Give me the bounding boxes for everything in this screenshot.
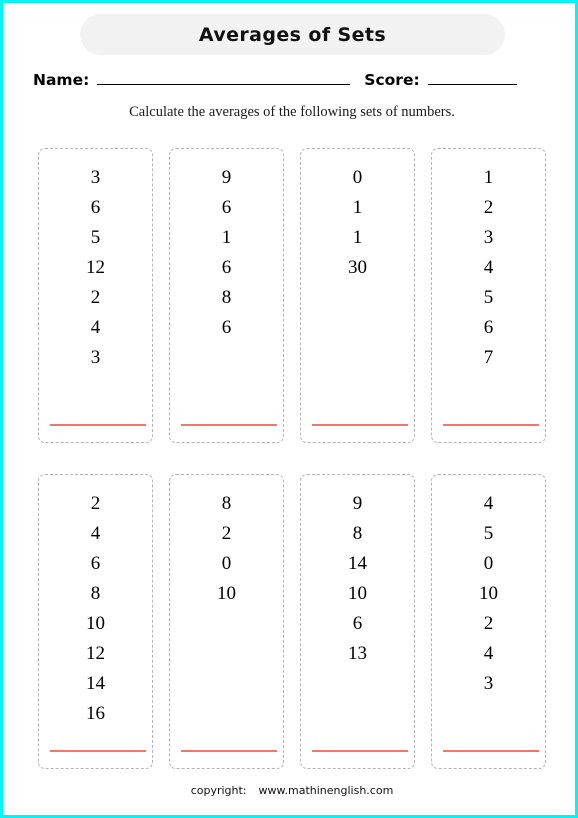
answer-line[interactable]: [312, 750, 408, 752]
footer: copyright: www.mathinenglish.com: [3, 784, 575, 797]
copyright-label: copyright:: [190, 784, 247, 797]
set-number: 8: [352, 523, 363, 544]
set-numbers-7: 9 8 14 10 6 13: [301, 475, 414, 669]
instruction-text: Calculate the averages of the following …: [129, 104, 455, 120]
set-number: 3: [483, 227, 494, 248]
set-numbers-2: 9 6 1 6 8 6: [170, 149, 283, 343]
set-number: 10: [348, 583, 367, 604]
set-number: 2: [90, 287, 101, 308]
set-numbers-1: 3 6 5 12 2 4 3: [39, 149, 152, 373]
set-number: 30: [348, 257, 367, 278]
set-number: 0: [483, 553, 494, 574]
set-number: 6: [352, 613, 363, 634]
set-number: 2: [483, 613, 494, 634]
set-numbers-4: 1 2 3 4 5 6 7: [432, 149, 545, 373]
set-box: 4 5 0 10 2 4 3: [431, 474, 546, 769]
set-number: 2: [221, 523, 232, 544]
set-number: 6: [221, 257, 232, 278]
answer-line[interactable]: [50, 750, 146, 752]
set-numbers-3: 0 1 1 30: [301, 149, 414, 283]
set-number: 6: [221, 317, 232, 338]
answer-line[interactable]: [312, 424, 408, 426]
set-number: 6: [221, 197, 232, 218]
set-number: 5: [90, 227, 101, 248]
score-input[interactable]: [427, 83, 517, 85]
set-number: 8: [221, 493, 232, 514]
set-number: 4: [483, 493, 494, 514]
set-number: 6: [90, 553, 101, 574]
set-number: 13: [348, 643, 367, 664]
set-box: 9 6 1 6 8 6: [169, 148, 284, 443]
set-number: 14: [86, 673, 105, 694]
set-number: 6: [90, 197, 101, 218]
set-number: 5: [483, 287, 494, 308]
set-number: 8: [90, 583, 101, 604]
set-number: 1: [352, 227, 363, 248]
set-number: 4: [483, 643, 494, 664]
page-title: Averages of Sets: [198, 23, 387, 46]
set-number: 4: [483, 257, 494, 278]
set-numbers-5: 2 4 6 8 10 12 14 16: [39, 475, 152, 729]
set-numbers-6: 8 2 0 10: [170, 475, 283, 609]
answer-line[interactable]: [443, 750, 539, 752]
set-number: 3: [483, 673, 494, 694]
answer-line[interactable]: [50, 424, 146, 426]
answer-line[interactable]: [181, 750, 277, 752]
sets-row-1: 3 6 5 12 2 4 3 961686 0 1 1 30 1234567: [38, 148, 547, 443]
set-number: 10: [217, 583, 236, 604]
worksheet-page: Averages of Sets Name: Score: Calculate …: [0, 0, 578, 818]
set-box: 3 6 5 12 2 4 3: [38, 148, 153, 443]
set-number: 8: [221, 287, 232, 308]
sets-row-2: 2 4 6 8 10 12 14 16 8 2 0 10 9 8 14 10 6 13 4 5 0 10 2 4 3: [38, 474, 547, 769]
website-url: www.mathinenglish.com: [258, 784, 394, 797]
set-number: 2: [483, 197, 494, 218]
score-label: Score:: [364, 70, 420, 89]
set-number: 9: [221, 167, 232, 188]
set-box: 0 1 1 30: [300, 148, 415, 443]
set-number: 10: [479, 583, 498, 604]
set-number: 7: [483, 347, 494, 368]
set-number: 1: [221, 227, 232, 248]
set-number: 1: [483, 167, 494, 188]
set-number: 0: [352, 167, 363, 188]
set-number: 1: [352, 197, 363, 218]
set-number: 4: [90, 523, 101, 544]
set-number: 12: [86, 257, 105, 278]
answer-line[interactable]: [181, 424, 277, 426]
student-info-row: Name: Score:: [33, 63, 551, 89]
set-number: 2: [90, 493, 101, 514]
set-number: 4: [90, 317, 101, 338]
name-input[interactable]: [97, 83, 351, 85]
set-number: 14: [348, 553, 367, 574]
sets-grid: 3 6 5 12 2 4 3 961686 0 1 1 30 1234567 2 4 6 8 10 12 14…: [38, 148, 547, 800]
set-number: 6: [483, 317, 494, 338]
set-number: 5: [483, 523, 494, 544]
set-box: 2 4 6 8 10 12 14 16: [38, 474, 153, 769]
answer-line[interactable]: [443, 424, 539, 426]
set-number: 0: [221, 553, 232, 574]
set-box: 9 8 14 10 6 13: [300, 474, 415, 769]
set-number: 16: [86, 703, 105, 724]
name-label: Name:: [33, 70, 90, 89]
set-number: 12: [86, 643, 105, 664]
set-numbers-8: 4 5 0 10 2 4 3: [432, 475, 545, 699]
set-number: 9: [352, 493, 363, 514]
set-number: 3: [90, 167, 101, 188]
set-number: 10: [86, 613, 105, 634]
set-number: 3: [90, 347, 101, 368]
set-box: 1 2 3 4 5 6 7: [431, 148, 546, 443]
set-box: 8 2 0 10: [169, 474, 284, 769]
worksheet-title-banner: Averages of Sets: [80, 14, 505, 55]
